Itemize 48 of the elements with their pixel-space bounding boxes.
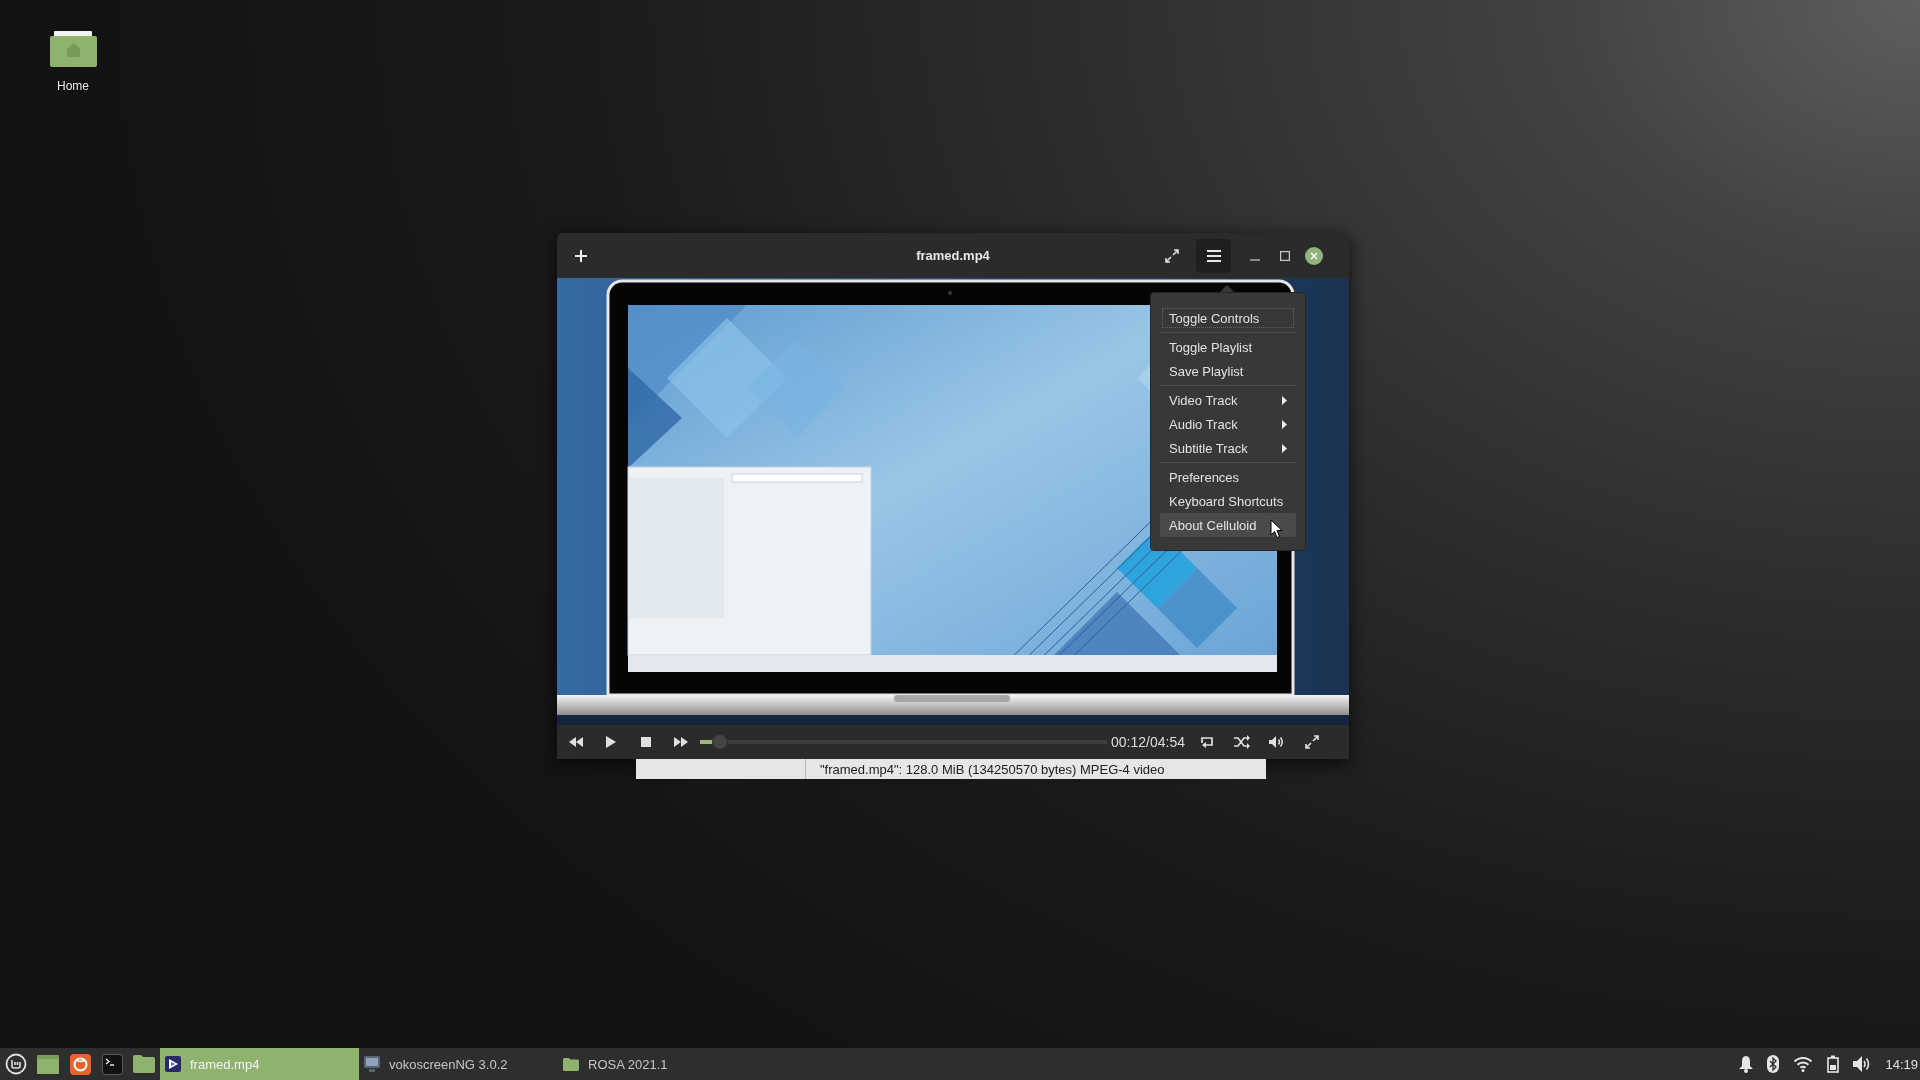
fullscreen-icon (1305, 735, 1319, 749)
wifi-icon[interactable] (1793, 1056, 1814, 1072)
battery-icon[interactable] (1827, 1055, 1840, 1073)
window-icon (37, 1054, 59, 1074)
home-folder-icon[interactable] (49, 31, 97, 67)
clock[interactable]: 14:19 (1885, 1056, 1918, 1072)
terminal-icon (101, 1053, 123, 1075)
menu-item[interactable]: Audio Track (1160, 412, 1296, 436)
fullscreen-icon (1165, 248, 1179, 263)
volume-icon (1269, 735, 1285, 749)
file-info-text: "framed.mp4": 128.0 MiB (134250570 bytes) MPEG-4 video (819, 761, 1165, 777)
menu-item[interactable]: Subtitle Track (1160, 436, 1296, 460)
menu-button[interactable] (1196, 238, 1231, 273)
close-icon (1305, 246, 1323, 265)
time-display: 00:12/04:54 (1111, 734, 1185, 750)
menu-item[interactable]: Video Track (1160, 388, 1296, 412)
close-button[interactable] (1304, 245, 1324, 266)
menu-item[interactable]: About Celluloid (1160, 513, 1296, 537)
taskbar-button[interactable]: vokoscreenNG 3.0.2 (359, 1048, 558, 1080)
menu-item[interactable]: Toggle Playlist (1160, 335, 1296, 359)
seek-thumb[interactable] (712, 734, 729, 750)
stop-icon (641, 737, 651, 747)
play-icon (606, 736, 616, 748)
globe-icon (69, 1053, 91, 1075)
rewind-icon (569, 737, 583, 747)
start-menu-icon (5, 1053, 27, 1075)
mouse-pointer-icon (1270, 519, 1283, 539)
folder-icon (563, 1057, 579, 1071)
desktop-icon-label[interactable]: Home (57, 79, 89, 93)
play-icon (165, 1056, 181, 1072)
volume-icon[interactable] (1853, 1056, 1872, 1072)
folder-icon (133, 1055, 155, 1073)
fast-forward-icon (674, 737, 688, 747)
bluetooth-icon[interactable] (1767, 1055, 1780, 1073)
shuffle-icon (1234, 735, 1250, 749)
menu-item[interactable]: Preferences (1160, 465, 1296, 489)
bell-icon[interactable] (1739, 1055, 1754, 1073)
menu-item[interactable]: Toggle Controls (1160, 306, 1296, 330)
screen-icon (364, 1056, 380, 1072)
window-title: framed.mp4 (916, 248, 990, 263)
plus-icon (575, 249, 587, 262)
minimize-icon (1250, 258, 1260, 261)
taskbar-button[interactable]: ROSA 2021.1 (558, 1048, 757, 1080)
menu-item[interactable]: Keyboard Shortcuts (1160, 489, 1296, 513)
menu-item[interactable]: Save Playlist (1160, 359, 1296, 383)
repeat-icon (1199, 735, 1215, 749)
menu-icon (1206, 249, 1221, 262)
maximize-icon (1280, 250, 1290, 261)
